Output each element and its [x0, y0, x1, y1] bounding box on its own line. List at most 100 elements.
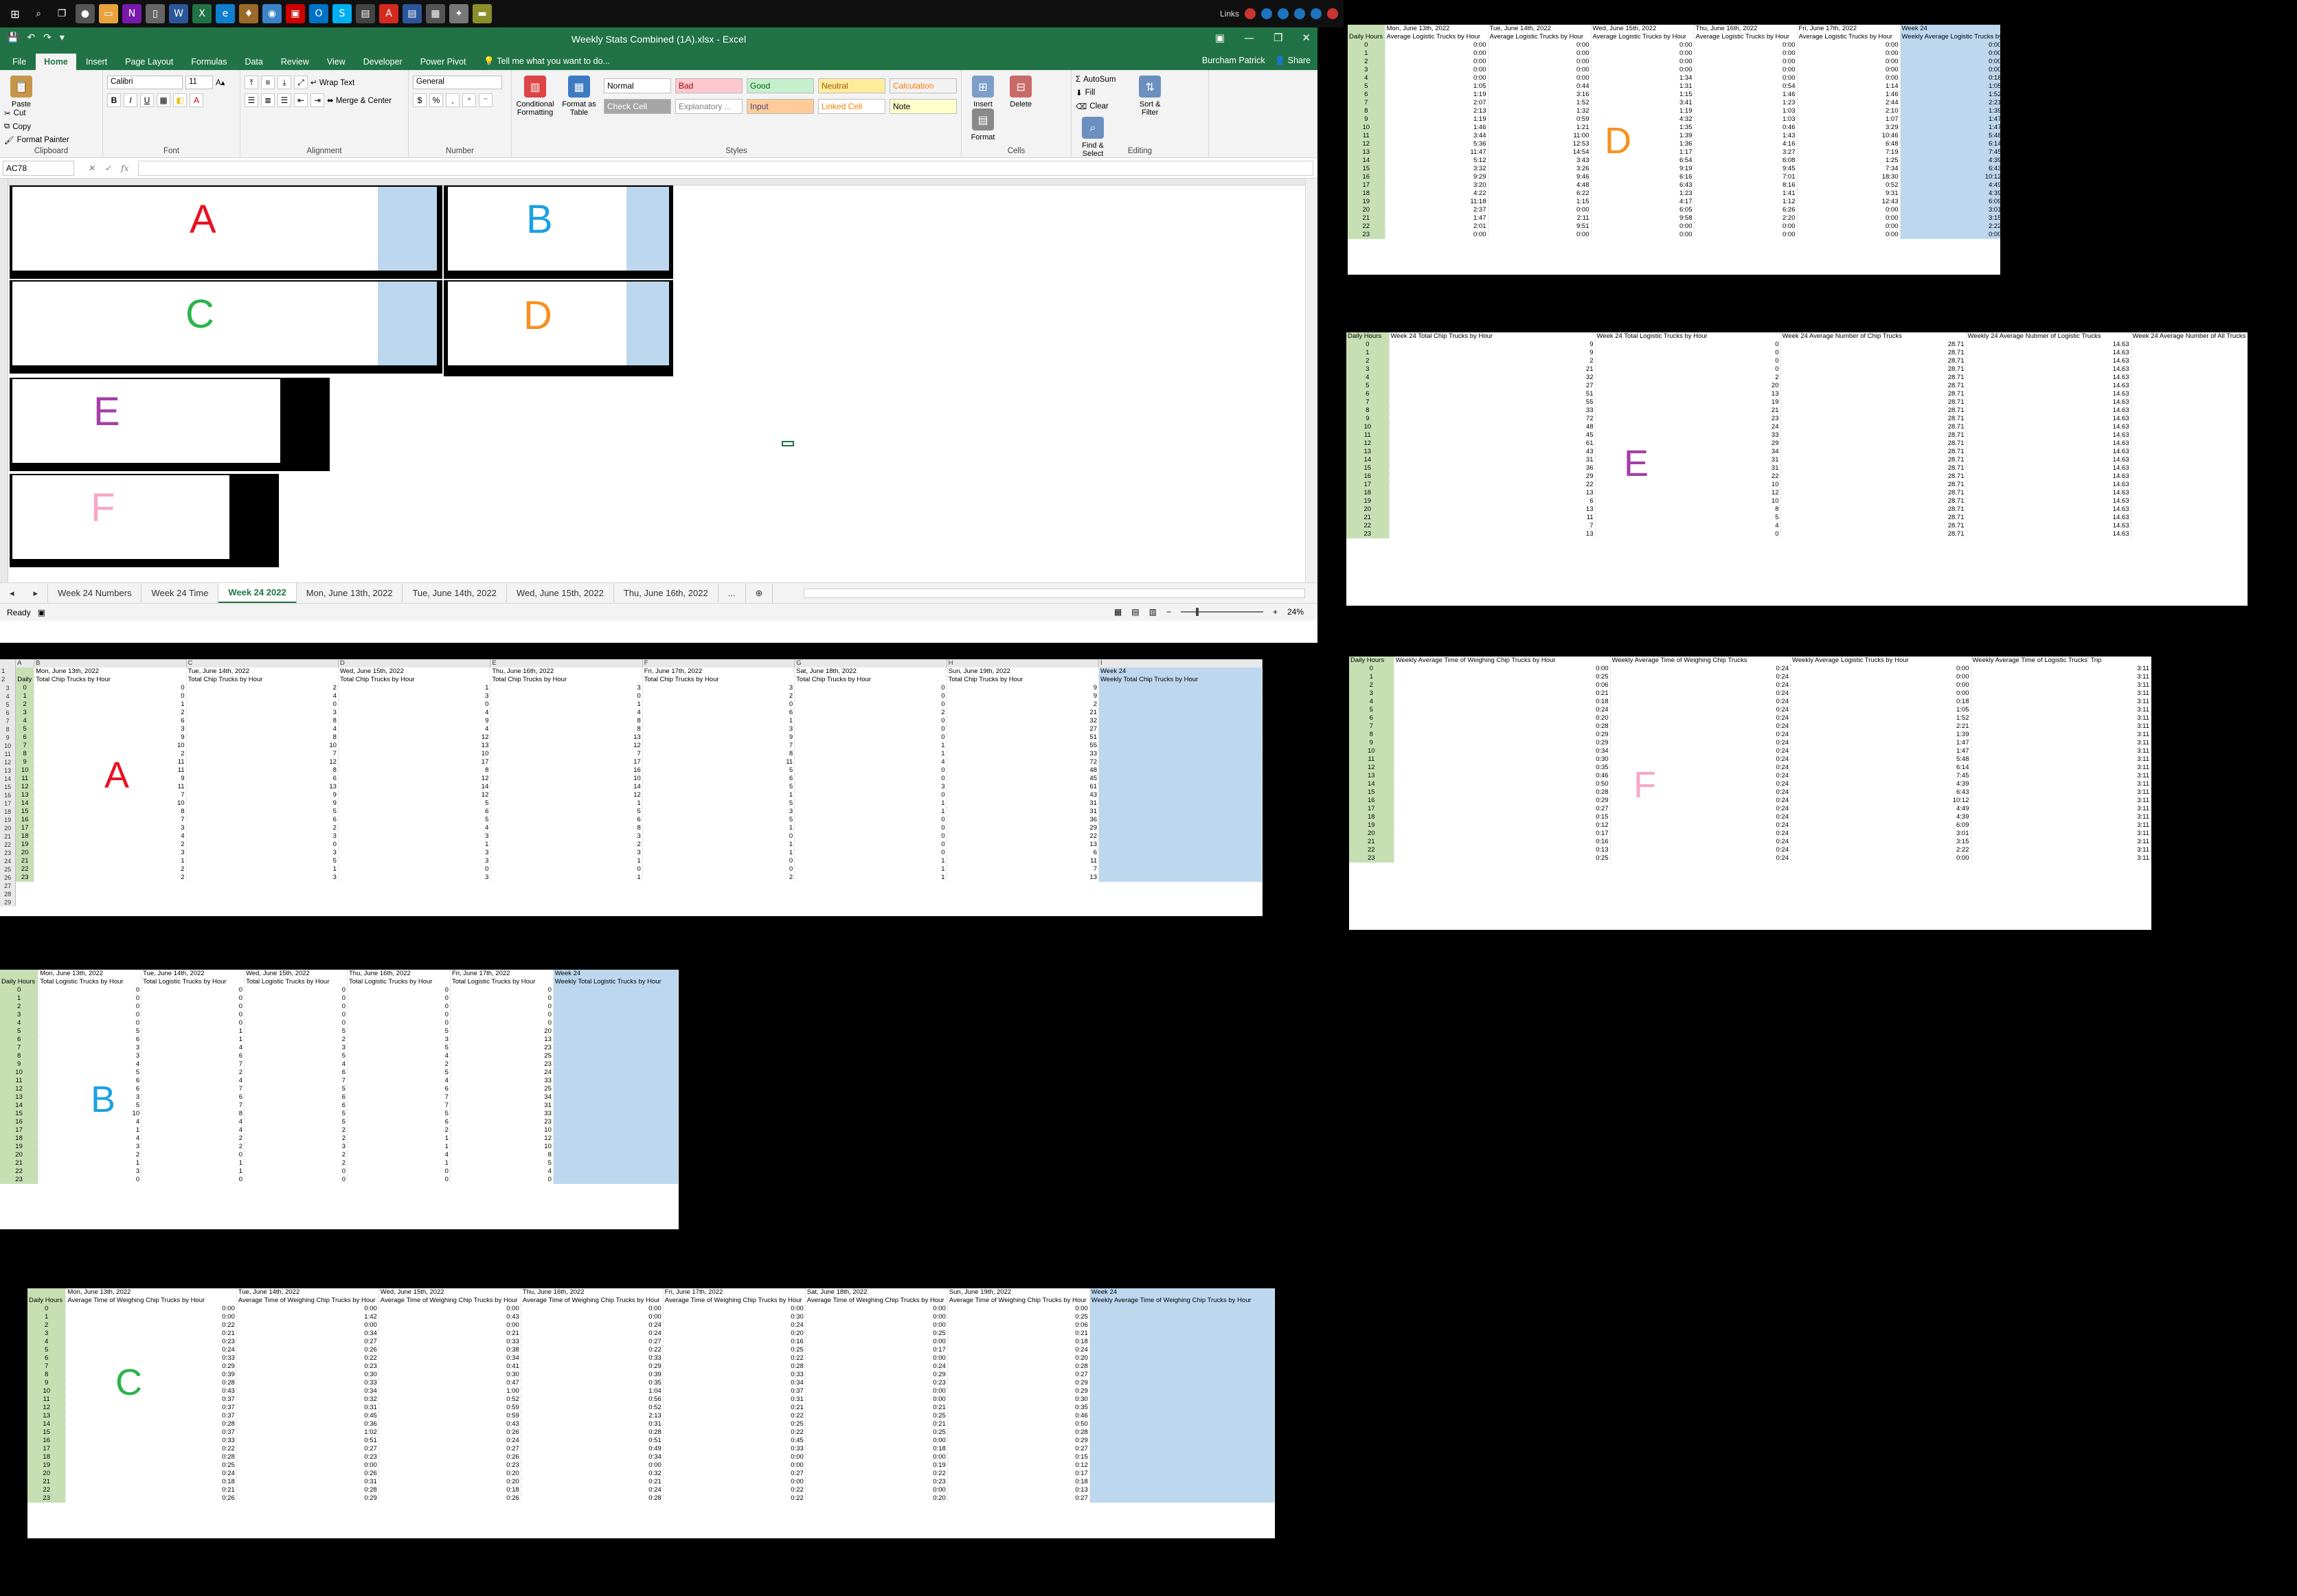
increase-decimal-icon[interactable]: ⁺ — [462, 93, 476, 107]
data-cell[interactable]: 34 — [450, 1093, 554, 1102]
hour-cell[interactable]: 22 — [1348, 223, 1385, 231]
data-cell[interactable]: 0:25 — [805, 1412, 948, 1420]
data-cell[interactable]: 0:19 — [805, 1461, 948, 1470]
data-cell[interactable]: 0:52 — [1797, 181, 1901, 190]
data-cell[interactable]: 9:29 — [1385, 173, 1489, 181]
maximize-icon[interactable]: ❐ — [1274, 32, 1282, 44]
hour-cell[interactable]: 17 — [0, 1126, 39, 1135]
data-cell[interactable]: 6 — [347, 1085, 451, 1093]
data-cell[interactable]: 1 — [794, 857, 947, 865]
data-cell[interactable]: 12 — [338, 791, 491, 799]
tab-data[interactable]: Data — [236, 54, 271, 70]
data-cell[interactable]: 5 — [244, 1085, 348, 1093]
data-cell[interactable]: 0:27 — [947, 1371, 1090, 1379]
data-cell[interactable]: 0:00 — [1900, 41, 2000, 49]
data-cell[interactable]: 6 — [490, 816, 643, 824]
data-cell[interactable]: 4 — [490, 709, 643, 717]
data-cell[interactable]: 5 — [338, 816, 491, 824]
data-cell[interactable]: 72 — [947, 758, 1099, 766]
data-cell[interactable]: 0:27 — [378, 1445, 521, 1453]
data-cell[interactable]: 3 — [347, 1036, 451, 1044]
data-cell[interactable]: 2:22 — [1790, 846, 1971, 854]
data-cell[interactable]: 4:49 — [1900, 181, 2000, 190]
data-cell[interactable]: 14.63 — [1966, 448, 2131, 456]
data-cell[interactable]: 0:28 — [1394, 722, 1611, 731]
data-cell[interactable]: 0 — [347, 1167, 451, 1176]
data-cell[interactable]: 3:11 — [1971, 805, 2151, 813]
data-cell[interactable]: 0:00 — [1694, 41, 1798, 49]
data-cell[interactable]: 3:11 — [1971, 764, 2151, 772]
data-cell[interactable]: 0:00 — [1385, 49, 1489, 58]
hour-cell[interactable]: 8 — [1349, 731, 1394, 739]
hour-cell[interactable]: 6 — [1346, 390, 1390, 398]
data-cell[interactable]: 1:46 — [1694, 91, 1798, 99]
data-cell[interactable]: 0:18 — [947, 1478, 1090, 1486]
column-title[interactable]: Average Time of Weighing Chip Trucks by … — [65, 1297, 237, 1305]
data-cell[interactable]: 0:00 — [1797, 231, 1901, 239]
excel-icon[interactable]: X — [192, 4, 212, 23]
data-cell[interactable]: 6 — [244, 1102, 348, 1110]
data-cell[interactable]: 43.33 — [2131, 456, 2248, 464]
data-cell[interactable]: 0:28 — [521, 1428, 664, 1437]
hour-cell[interactable]: 18 — [1348, 190, 1385, 198]
data-cell[interactable]: 0:24 — [1610, 813, 1791, 821]
data-cell[interactable]: 0:21 — [1394, 689, 1611, 698]
data-cell[interactable]: 0:59 — [378, 1412, 521, 1420]
data-cell[interactable]: 12 — [490, 742, 643, 750]
sheet-tab-more[interactable]: ... — [718, 584, 746, 602]
data-cell[interactable] — [1098, 791, 1263, 799]
data-cell[interactable]: 12 — [186, 758, 339, 766]
data-cell[interactable]: 1:47 — [1900, 115, 2000, 124]
hour-cell[interactable]: 18 — [0, 1135, 39, 1143]
data-cell[interactable]: 10 — [1595, 481, 1781, 489]
date-header[interactable] — [1348, 25, 1385, 33]
data-cell[interactable]: 1:05 — [1900, 82, 2000, 91]
column-title[interactable]: Total Chip Trucks by Hour — [34, 676, 187, 684]
data-cell[interactable]: 13 — [947, 874, 1099, 882]
data-cell[interactable]: 5:48 — [1790, 755, 1971, 764]
data-cell[interactable]: 17 — [490, 758, 643, 766]
data-cell[interactable]: 3:11 — [1971, 665, 2151, 673]
data-cell[interactable]: 6:43 — [1790, 788, 1971, 797]
data-cell[interactable]: 0:00 — [1394, 665, 1611, 673]
column-header[interactable]: D — [338, 659, 491, 668]
data-cell[interactable]: 1:39 — [1790, 731, 1971, 739]
column-title[interactable]: Daily Hours — [1346, 332, 1390, 341]
data-cell[interactable]: 12 — [338, 733, 491, 742]
cell-style-bad[interactable]: Bad — [675, 78, 743, 93]
data-cell[interactable]: 5 — [186, 857, 339, 865]
data-cell[interactable]: 6 — [34, 717, 187, 725]
data-cell[interactable]: 4:17 — [1591, 198, 1695, 206]
data-cell[interactable]: 0 — [794, 824, 947, 832]
data-cell[interactable]: 8 — [490, 717, 643, 725]
data-cell[interactable]: 6:22 — [1488, 190, 1592, 198]
data-cell[interactable]: 0:00 — [1591, 41, 1695, 49]
data-cell[interactable]: 0 — [34, 684, 187, 692]
data-cell[interactable]: 0:37 — [65, 1404, 237, 1412]
data-cell[interactable]: 8:16 — [1694, 181, 1798, 190]
hour-cell[interactable]: 3 — [0, 1011, 39, 1019]
app-icon[interactable]: ▬ — [473, 4, 492, 23]
data-cell[interactable]: 48 — [947, 766, 1099, 775]
data-cell[interactable]: 0:00 — [1797, 206, 1901, 214]
insert-button[interactable]: ⊞ Insert — [966, 76, 1000, 109]
data-cell[interactable]: 1 — [141, 1167, 245, 1176]
data-cell[interactable]: 1:43 — [1694, 132, 1798, 140]
sheet-tab[interactable]: Wed, June 15th, 2022 — [507, 584, 614, 602]
data-cell[interactable]: 0 — [794, 816, 947, 824]
data-cell[interactable]: 3 — [38, 1052, 142, 1060]
data-cell[interactable]: 5 — [642, 766, 795, 775]
hour-cell[interactable]: 23 — [1346, 530, 1390, 538]
data-cell[interactable]: 0:24 — [1610, 722, 1791, 731]
row-number[interactable]: 11 — [0, 750, 16, 758]
cell-style-note[interactable]: Note — [890, 99, 957, 114]
font-color-icon[interactable]: A — [190, 93, 203, 107]
data-cell[interactable] — [1089, 1404, 1275, 1412]
data-cell[interactable] — [1089, 1354, 1275, 1363]
data-cell[interactable]: 0 — [141, 1003, 245, 1011]
data-cell[interactable]: 0:43 — [378, 1313, 521, 1321]
data-cell[interactable]: 27 — [947, 725, 1099, 733]
column-title[interactable]: Weekly Average Time of Weighing Chip Tru… — [1089, 1297, 1275, 1305]
data-cell[interactable]: 3:11 — [1971, 689, 2151, 698]
hour-cell[interactable]: 6 — [15, 733, 35, 742]
